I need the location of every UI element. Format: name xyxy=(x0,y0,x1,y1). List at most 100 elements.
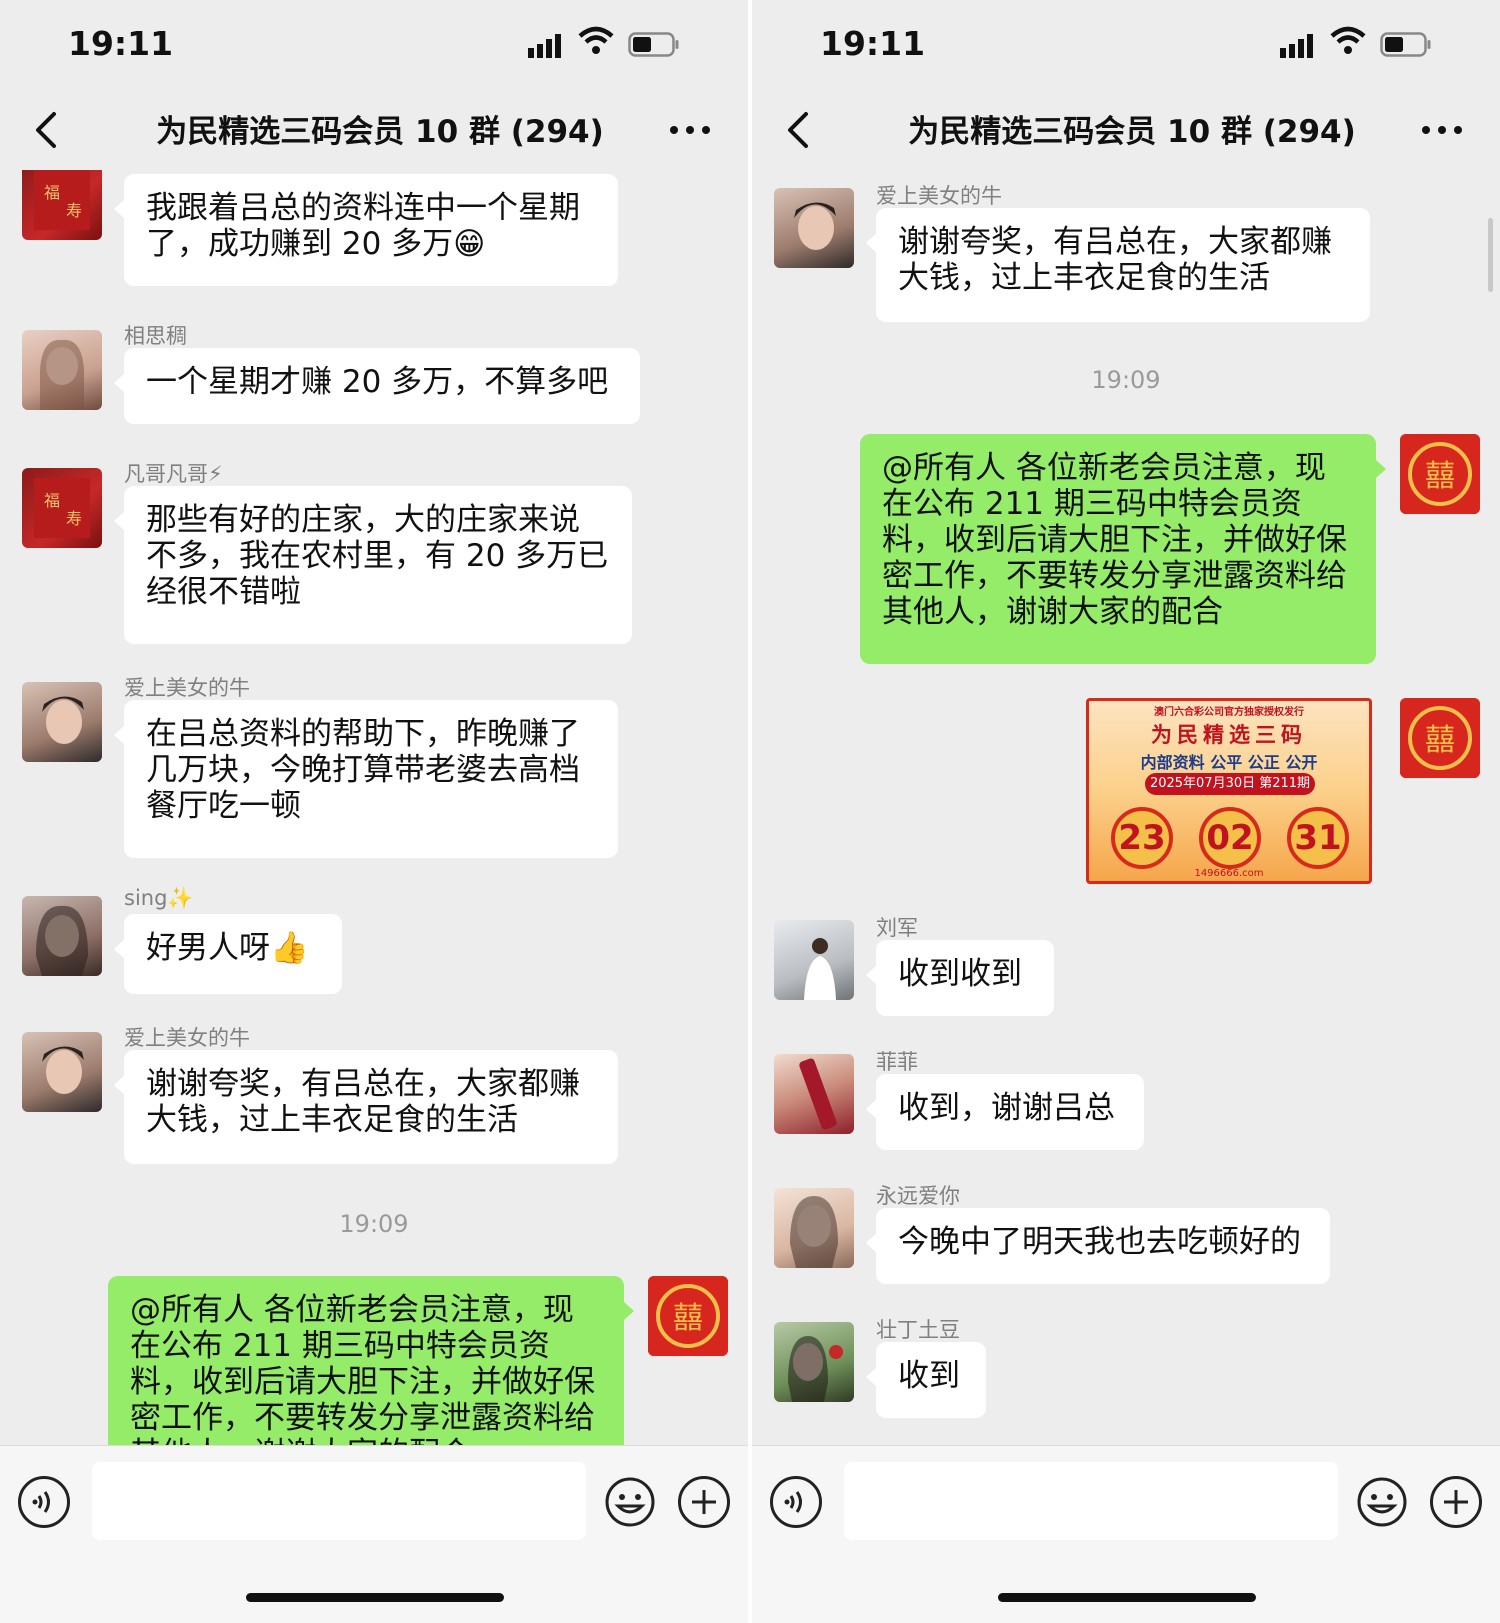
avatar[interactable]: 福寿 xyxy=(22,170,102,240)
back-arrow-icon[interactable] xyxy=(28,108,68,152)
avatar[interactable] xyxy=(774,1322,854,1402)
status-bar: 19:11 xyxy=(752,0,1500,90)
more-functions-button[interactable] xyxy=(1430,1476,1482,1528)
home-indicator xyxy=(246,1593,504,1602)
double-happiness-avatar-image: 囍 xyxy=(648,1276,728,1356)
own-message-bubble[interactable]: @所有人 各位新老会员注意，现在公布 211 期三码中特会员资料，收到后请大胆下… xyxy=(108,1276,634,1445)
back-arrow-icon[interactable] xyxy=(780,108,820,152)
voice-input-button[interactable] xyxy=(770,1476,822,1528)
sender-name: 凡哥凡哥⚡ xyxy=(124,462,223,486)
emoji-icon[interactable] xyxy=(604,1476,656,1528)
status-bar: 19:11 xyxy=(0,0,748,90)
avatar[interactable]: 福寿 xyxy=(22,468,102,548)
sender-name: 永远爱你 xyxy=(876,1184,960,1208)
avatar[interactable]: 囍 xyxy=(648,1276,728,1356)
number-ball: 02 xyxy=(1199,807,1261,869)
poster-footer: 1496666.com xyxy=(1194,868,1264,879)
cellular-signal-icon xyxy=(1280,34,1313,58)
own-message-bubble[interactable]: @所有人 各位新老会员注意，现在公布 211 期三码中特会员资料，收到后请大胆下… xyxy=(860,434,1386,664)
cellular-signal-icon xyxy=(528,34,561,58)
sender-name: 爱上美女的牛 xyxy=(876,184,1002,208)
profile-photo-icon xyxy=(42,1046,84,1094)
battery-icon xyxy=(628,32,679,57)
red-envelope-avatar-image: 福寿 xyxy=(34,478,90,538)
emoji-icon[interactable] xyxy=(1356,1476,1408,1528)
double-happiness-avatar-image: 囍 xyxy=(1400,698,1480,778)
avatar[interactable] xyxy=(774,920,854,1000)
more-functions-button[interactable] xyxy=(678,1476,730,1528)
number-ball: 31 xyxy=(1287,807,1349,869)
sender-name: 菲菲 xyxy=(876,1050,918,1074)
sender-name: 刘军 xyxy=(876,916,918,940)
chat-title: 为民精选三码会员 10 群 (294) xyxy=(156,114,604,150)
message-bubble[interactable]: 我跟着吕总的资料连中一个星期了，成功赚到 20 多万😁 xyxy=(114,174,618,286)
voice-input-button[interactable] xyxy=(18,1476,70,1528)
message-bubble[interactable]: 那些有好的庄家，大的庄家来说不多，我在农村里，有 20 多万已经很不错啦 xyxy=(114,486,632,644)
sender-name: 相思稠 xyxy=(124,324,187,348)
message-input[interactable] xyxy=(92,1462,586,1540)
avatar[interactable] xyxy=(22,896,102,976)
voice-icon xyxy=(784,1491,802,1513)
message-bubble[interactable]: 一个星期才赚 20 多万，不算多吧 xyxy=(114,348,640,424)
wifi-icon xyxy=(1330,26,1366,54)
poster-subtitle: 内部资料 公平 公正 公开 xyxy=(1140,753,1318,772)
poster-title: 为民精选三码 xyxy=(1151,723,1307,747)
time-divider: 19:09 xyxy=(1091,366,1161,394)
message-bubble[interactable]: 收到，谢谢吕总 xyxy=(866,1074,1144,1150)
message-list[interactable]: 福寿 我跟着吕总的资料连中一个星期了，成功赚到 20 多万😁 相思稠 一个星期才… xyxy=(0,170,748,1445)
status-time: 19:11 xyxy=(68,24,174,63)
svg-text:寿: 寿 xyxy=(66,201,82,220)
sender-name: 壮丁土豆 xyxy=(876,1318,960,1342)
battery-icon xyxy=(1380,32,1431,57)
chat-header: 为民精选三码会员 10 群 (294) xyxy=(0,90,748,170)
svg-text:囍: 囍 xyxy=(1425,459,1455,494)
profile-photo-icon xyxy=(804,938,836,1000)
chat-header: 为民精选三码会员 10 群 (294) xyxy=(752,90,1500,170)
svg-text:囍: 囍 xyxy=(1425,723,1455,758)
avatar[interactable] xyxy=(774,1054,854,1134)
profile-photo-icon xyxy=(36,905,88,976)
poster-header: 澳门六合彩公司官方独家授权发行 xyxy=(1154,707,1304,718)
profile-photo-icon xyxy=(799,1058,837,1130)
message-bubble[interactable]: 收到 xyxy=(866,1342,986,1418)
avatar[interactable] xyxy=(774,188,854,268)
plus-icon xyxy=(1444,1490,1468,1514)
message-bubble[interactable]: 收到收到 xyxy=(866,940,1054,1016)
scroll-indicator[interactable] xyxy=(1488,218,1493,292)
more-options-icon[interactable] xyxy=(1420,120,1464,140)
message-input[interactable] xyxy=(844,1462,1338,1540)
chat-title: 为民精选三码会员 10 群 (294) xyxy=(908,114,1356,150)
avatar[interactable] xyxy=(22,1032,102,1112)
sender-name: 爱上美女的牛 xyxy=(124,1026,250,1050)
double-happiness-avatar-image: 囍 xyxy=(1400,434,1480,514)
svg-text:寿: 寿 xyxy=(66,509,82,528)
avatar[interactable]: 囍 xyxy=(1400,698,1480,778)
message-list[interactable]: 爱上美女的牛 谢谢夸奖，有吕总在，大家都赚大钱，过上丰衣足食的生活 19:09 … xyxy=(752,170,1500,1445)
plus-icon xyxy=(692,1490,716,1514)
profile-photo-icon xyxy=(788,1336,843,1402)
svg-text:福: 福 xyxy=(44,183,60,202)
voice-icon xyxy=(32,1491,50,1513)
avatar[interactable] xyxy=(774,1188,854,1268)
message-bubble[interactable]: 好男人呀👍 xyxy=(114,914,342,994)
sender-name: 爱上美女的牛 xyxy=(124,676,250,700)
red-envelope-avatar-image: 福寿 xyxy=(34,170,90,230)
svg-text:福: 福 xyxy=(44,491,60,510)
avatar[interactable] xyxy=(22,682,102,762)
message-bubble[interactable]: 在吕总资料的帮助下，昨晚赚了几万块，今晚打算带老婆去高档餐厅吃一顿 xyxy=(114,700,618,858)
message-bubble[interactable]: 今晚中了明天我也去吃顿好的 xyxy=(866,1208,1330,1284)
profile-photo-icon xyxy=(42,696,84,744)
number-ball: 23 xyxy=(1111,807,1173,869)
profile-photo-icon xyxy=(790,1196,838,1268)
svg-text:囍: 囍 xyxy=(673,1301,703,1336)
message-bubble[interactable]: 谢谢夸奖，有吕总在，大家都赚大钱，过上丰衣足食的生活 xyxy=(114,1050,618,1164)
lottery-poster-image[interactable]: 澳门六合彩公司官方独家授权发行 为民精选三码 内部资料 公平 公正 公开 202… xyxy=(1086,698,1372,884)
avatar[interactable] xyxy=(22,330,102,410)
avatar[interactable]: 囍 xyxy=(1400,434,1480,514)
poster-date: 2025年07月30日 第211期 xyxy=(1145,773,1315,795)
home-indicator xyxy=(998,1593,1256,1602)
message-bubble[interactable]: 谢谢夸奖，有吕总在，大家都赚大钱，过上丰衣足食的生活 xyxy=(866,208,1370,322)
right-chat-screen: 19:11 为民精选三码会员 10 群 (294) 爱上美女的牛 谢谢夸奖，有吕… xyxy=(752,0,1500,1623)
wifi-icon xyxy=(578,26,614,54)
more-options-icon[interactable] xyxy=(668,120,712,140)
